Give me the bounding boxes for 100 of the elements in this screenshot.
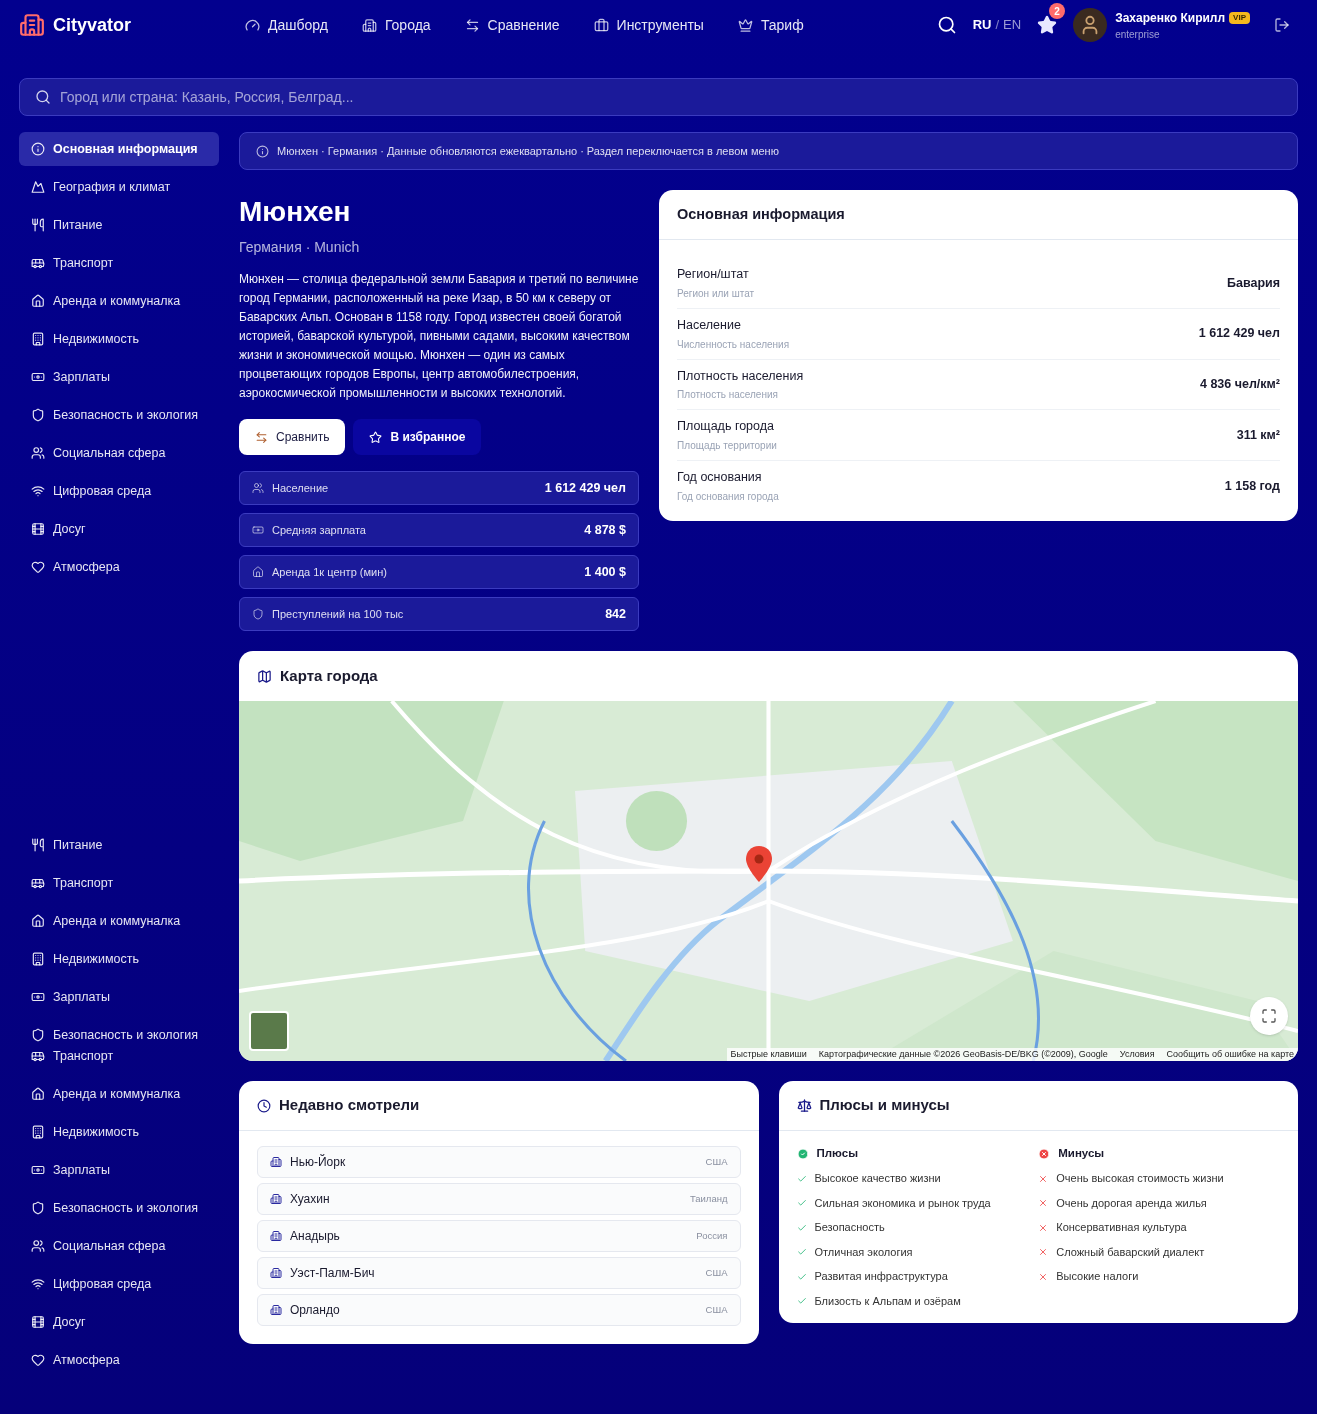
nav-link[interactable]: Сравнение [464,14,560,36]
sidebar-item[interactable]: Социальная сфера [19,436,219,470]
stat-label: Население [272,480,330,496]
recent-city-item[interactable]: Орландо США [257,1294,741,1326]
heart-icon [31,1353,45,1367]
recent-city-item[interactable]: Нью-Йорк США [257,1146,741,1178]
info-label: Площадь города [677,418,775,436]
attribution-link[interactable]: Картографические данные ©2026 GeoBasis-DE/BKG (©2009), Google [818,1047,1108,1061]
stat-label: Преступлений на 100 тыс [272,606,405,622]
sidebar-item[interactable]: География и климат [19,170,219,204]
nav-link[interactable]: Города [361,14,431,36]
bus-icon [31,876,45,890]
sidebar-item[interactable]: Зарплаты [19,360,219,394]
recent-city-item[interactable]: Хуахин Таиланд [257,1183,741,1215]
sidebar-item[interactable]: Досуг [19,512,219,546]
shield-icon [31,1201,45,1215]
building-icon [31,332,45,346]
cross-icon [1038,1222,1049,1233]
cross-icon [1038,1271,1049,1282]
building-icon [31,1125,45,1139]
info-value: Бавария [1226,274,1280,292]
notice-text: Мюнхен · Германия · Данные обновляются ежеквартально · Раздел переключается в левом меню [277,143,779,159]
nav-link[interactable]: Дашборд [245,14,328,36]
nav-link[interactable]: Тариф [737,14,804,36]
sidebar-item[interactable]: Безопасность и экология [19,1191,219,1225]
avatar[interactable] [1073,8,1108,42]
language-option[interactable]: EN [1003,15,1022,35]
sidebar-item[interactable]: Аренда и коммуналка [19,284,219,318]
info-value: 1 158 год [1224,477,1280,495]
language-separator: / [995,16,1000,35]
layers-button[interactable] [249,1011,289,1051]
crown-icon [737,17,753,33]
user-plan: enterprise [1115,27,1161,42]
cross-icon [1038,1198,1049,1208]
building-icon [31,952,45,966]
column-title: Плюсы [816,1146,858,1161]
briefcase-icon [593,17,609,33]
sidebar-item[interactable]: Основная информация [19,132,219,166]
stat-label: Аренда 1к центр (мин) [272,564,388,580]
scales-icon [796,1098,812,1113]
vip-badge: VIP [1229,11,1250,24]
sidebar-item[interactable]: Транспорт [19,866,219,900]
sidebar-item[interactable]: Цифровая среда [19,474,219,508]
sidebar-item[interactable]: Питание [19,828,219,862]
film-icon [31,522,45,536]
check-icon [796,1271,807,1282]
sidebar-item[interactable]: Досуг [19,1305,219,1339]
nav-link[interactable]: Инструменты [593,14,704,36]
pro-item: Развитая инфраструктура [814,1269,948,1285]
search-icon[interactable] [936,15,957,35]
check-icon [796,1247,807,1257]
sidebar-item[interactable]: Аренда и коммуналка [19,1077,219,1111]
banknote-icon [31,370,45,384]
sidebar-item[interactable]: Атмосфера [19,550,219,584]
attribution-link[interactable]: Условия [1119,1047,1155,1061]
info-value: 311 км² [1236,426,1280,444]
pro-item: Близость к Альпам и озёрам [814,1293,961,1309]
sidebar-item[interactable]: Аренда и коммуналка [19,904,219,938]
logo[interactable]: Cityvator [53,11,132,39]
bus-icon [31,1049,45,1063]
banknote-icon [31,1163,45,1177]
stat-value: 4 878 $ [584,521,626,539]
pro-item: Безопасность [814,1220,885,1236]
mountain-icon [31,180,45,194]
sidebar-item[interactable]: Транспорт [19,246,219,280]
sidebar-item[interactable]: Социальная сфера [19,1229,219,1263]
recent-city-item[interactable]: Уэст-Палм-Бич США [257,1257,741,1289]
star-icon[interactable] [1037,15,1058,35]
sidebar-item[interactable]: Зарплаты [19,1153,219,1187]
info-hint: Численность населения [677,337,791,352]
country-label: Россия [696,1228,728,1243]
info-hint: Год основания города [677,489,780,504]
search-field[interactable]: Город или страна: Казань, Россия, Белград... [19,78,1298,116]
compare-button[interactable]: Сравнить [239,419,346,455]
info-value: 4 836 чел/км² [1199,376,1280,393]
info-value: 1 612 429 чел [1198,325,1280,343]
country-label: США [705,1154,728,1169]
card-title: Карта города [280,665,378,686]
attribution-link[interactable]: Сообщить об ошибке на карте [1166,1047,1294,1061]
info-label: Год основания [677,469,763,486]
language-option[interactable]: RU [972,15,992,35]
arrows-icon [464,17,480,33]
favorite-button[interactable]: В избранное [353,419,482,455]
info-hint: Площадь территории [677,439,778,453]
sidebar-item[interactable]: Питание [19,208,219,242]
sidebar-item[interactable]: Безопасность и экология [19,398,219,432]
sidebar-item[interactable]: Недвижимость [19,942,219,976]
logout-icon[interactable] [1274,17,1290,33]
sidebar-item[interactable]: Недвижимость [19,1115,219,1149]
con-item: Сложный баварский диалект [1056,1244,1205,1260]
attribution-link[interactable]: Быстрые клавиши [730,1047,807,1061]
recent-city-item[interactable]: Анадырь Россия [257,1220,741,1252]
sidebar-item[interactable]: Зарплаты [19,980,219,1014]
sidebar-item[interactable]: Цифровая среда [19,1267,219,1301]
sidebar-item[interactable]: Атмосфера [19,1343,219,1377]
pro-item: Высокое качество жизни [814,1171,941,1187]
film-icon [31,1315,45,1329]
sidebar-item[interactable]: Недвижимость [19,322,219,356]
buildings-icon [270,1304,282,1316]
con-item: Консервативная культура [1056,1220,1187,1236]
